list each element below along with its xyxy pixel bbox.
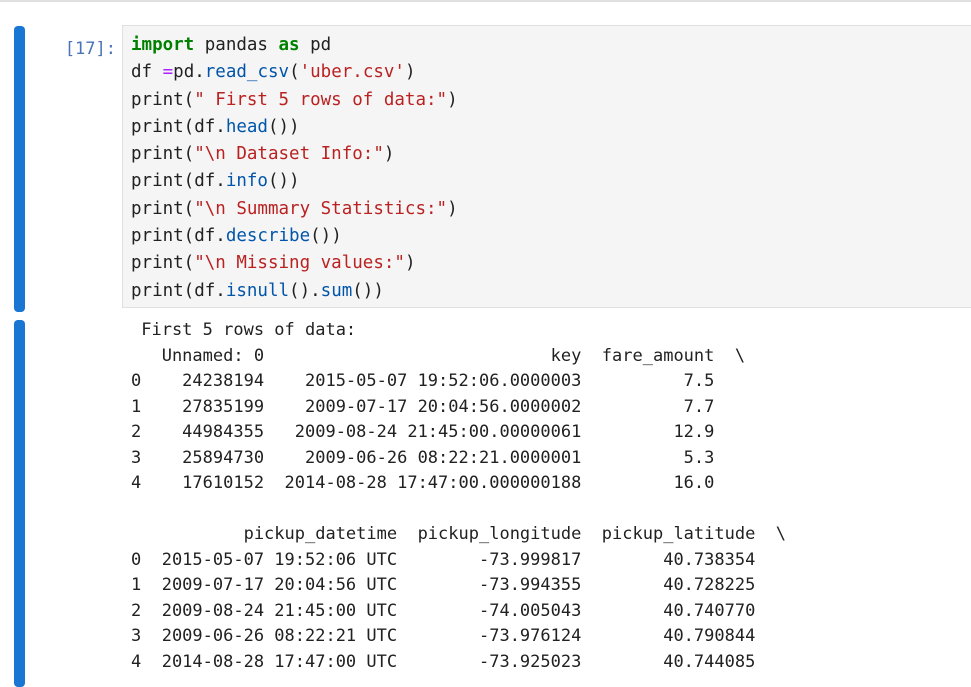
code-token: isnull xyxy=(225,280,290,301)
output-line: 4 2014-08-28 17:47:00 UTC -73.925023 40.… xyxy=(131,651,787,672)
execution-count-prompt: [17]: xyxy=(64,39,116,59)
code-token: ()) xyxy=(267,171,300,192)
code-token: print( xyxy=(131,144,195,165)
output-line: 3 25894730 2009-06-26 08:22:21.0000001 5… xyxy=(131,447,746,468)
code-line: print(df.info()) xyxy=(131,168,458,195)
code-line: print(df.describe()) xyxy=(131,223,458,250)
output-line: 0 24238194 2015-05-07 19:52:06.0000003 7… xyxy=(131,371,746,391)
output-cell-collapser[interactable] xyxy=(14,320,25,687)
code-line: print("\n Dataset Info:") xyxy=(131,141,458,168)
output-line: 2 2009-08-24 21:45:00 UTC -74.005043 40.… xyxy=(131,600,787,621)
code-token: ( xyxy=(289,62,300,83)
code-token: ()) xyxy=(352,280,384,301)
notebook-top-border xyxy=(0,0,971,2)
code-token: print( xyxy=(131,198,195,219)
code-line: print(df.isnull().sum()) xyxy=(131,278,458,305)
code-token: info xyxy=(225,171,268,192)
code-token: sum xyxy=(320,280,353,301)
code-line: import pandas as pd xyxy=(131,32,458,59)
code-token: ) xyxy=(404,253,416,274)
output-line: 3 2009-06-26 08:22:21 UTC -73.976124 40.… xyxy=(131,626,787,646)
code-content[interactable]: import pandas as pd df =pd.read_csv('uber… xyxy=(131,32,458,305)
code-line: print(" First 5 rows of data:") xyxy=(131,87,458,114)
cell-output: First 5 rows of data: Unnamed: 0 key far… xyxy=(131,318,786,675)
code-token: read_csv xyxy=(204,62,290,83)
code-token: describe xyxy=(225,226,311,247)
code-token: " First 5 rows of data:" xyxy=(194,89,448,110)
output-line: pickup_datetime pickup_longitude pickup_… xyxy=(131,524,787,544)
code-token: print(df. xyxy=(131,226,226,247)
code-token: print( xyxy=(131,253,195,274)
output-line: 1 27835199 2009-07-17 20:04:56.0000002 7… xyxy=(131,396,746,417)
code-token: print( xyxy=(131,89,195,110)
code-token: ()) xyxy=(267,116,300,137)
output-line: 0 2015-05-07 19:52:06 UTC -73.999817 40.… xyxy=(131,549,787,570)
output-line: 1 2009-07-17 20:04:56 UTC -73.994355 40.… xyxy=(131,575,787,595)
code-line: df =pd.read_csv('uber.csv') xyxy=(131,59,458,86)
code-token: "\n Dataset Info:" xyxy=(194,144,384,165)
code-token: = xyxy=(162,62,174,83)
code-token: head xyxy=(225,116,268,137)
code-token: ) xyxy=(447,89,458,110)
code-token: print(df. xyxy=(131,116,226,137)
code-token: print(df. xyxy=(131,280,226,301)
output-line: First 5 rows of data: xyxy=(131,320,357,340)
code-token: as xyxy=(278,35,300,55)
code-line: print(df.head()) xyxy=(131,114,458,141)
code-token: import xyxy=(131,35,195,55)
code-token: "\n Summary Statistics:" xyxy=(194,198,448,219)
code-token: pandas xyxy=(194,35,279,55)
code-token: print(df. xyxy=(131,171,226,192)
code-line: print("\n Summary Statistics:") xyxy=(131,196,458,223)
code-token: ) xyxy=(447,198,458,219)
code-token: ()) xyxy=(310,226,342,247)
code-token: (). xyxy=(289,280,321,301)
input-cell-collapser[interactable] xyxy=(14,26,25,312)
code-token: df xyxy=(131,62,163,83)
code-token: 'uber.csv' xyxy=(299,62,405,83)
output-line: 4 17610152 2014-08-28 17:47:00.000000188… xyxy=(131,473,746,493)
code-token: ) xyxy=(404,62,416,83)
code-line: print("\n Missing values:") xyxy=(131,250,458,277)
code-token: ) xyxy=(383,144,395,165)
code-token: pd xyxy=(299,35,332,55)
code-token: "\n Missing values:" xyxy=(194,253,405,274)
output-line: 2 44984355 2009-08-24 21:45:00.00000061 … xyxy=(131,422,746,442)
code-token: pd. xyxy=(173,62,205,83)
output-line: Unnamed: 0 key fare_amount \ xyxy=(131,345,746,366)
